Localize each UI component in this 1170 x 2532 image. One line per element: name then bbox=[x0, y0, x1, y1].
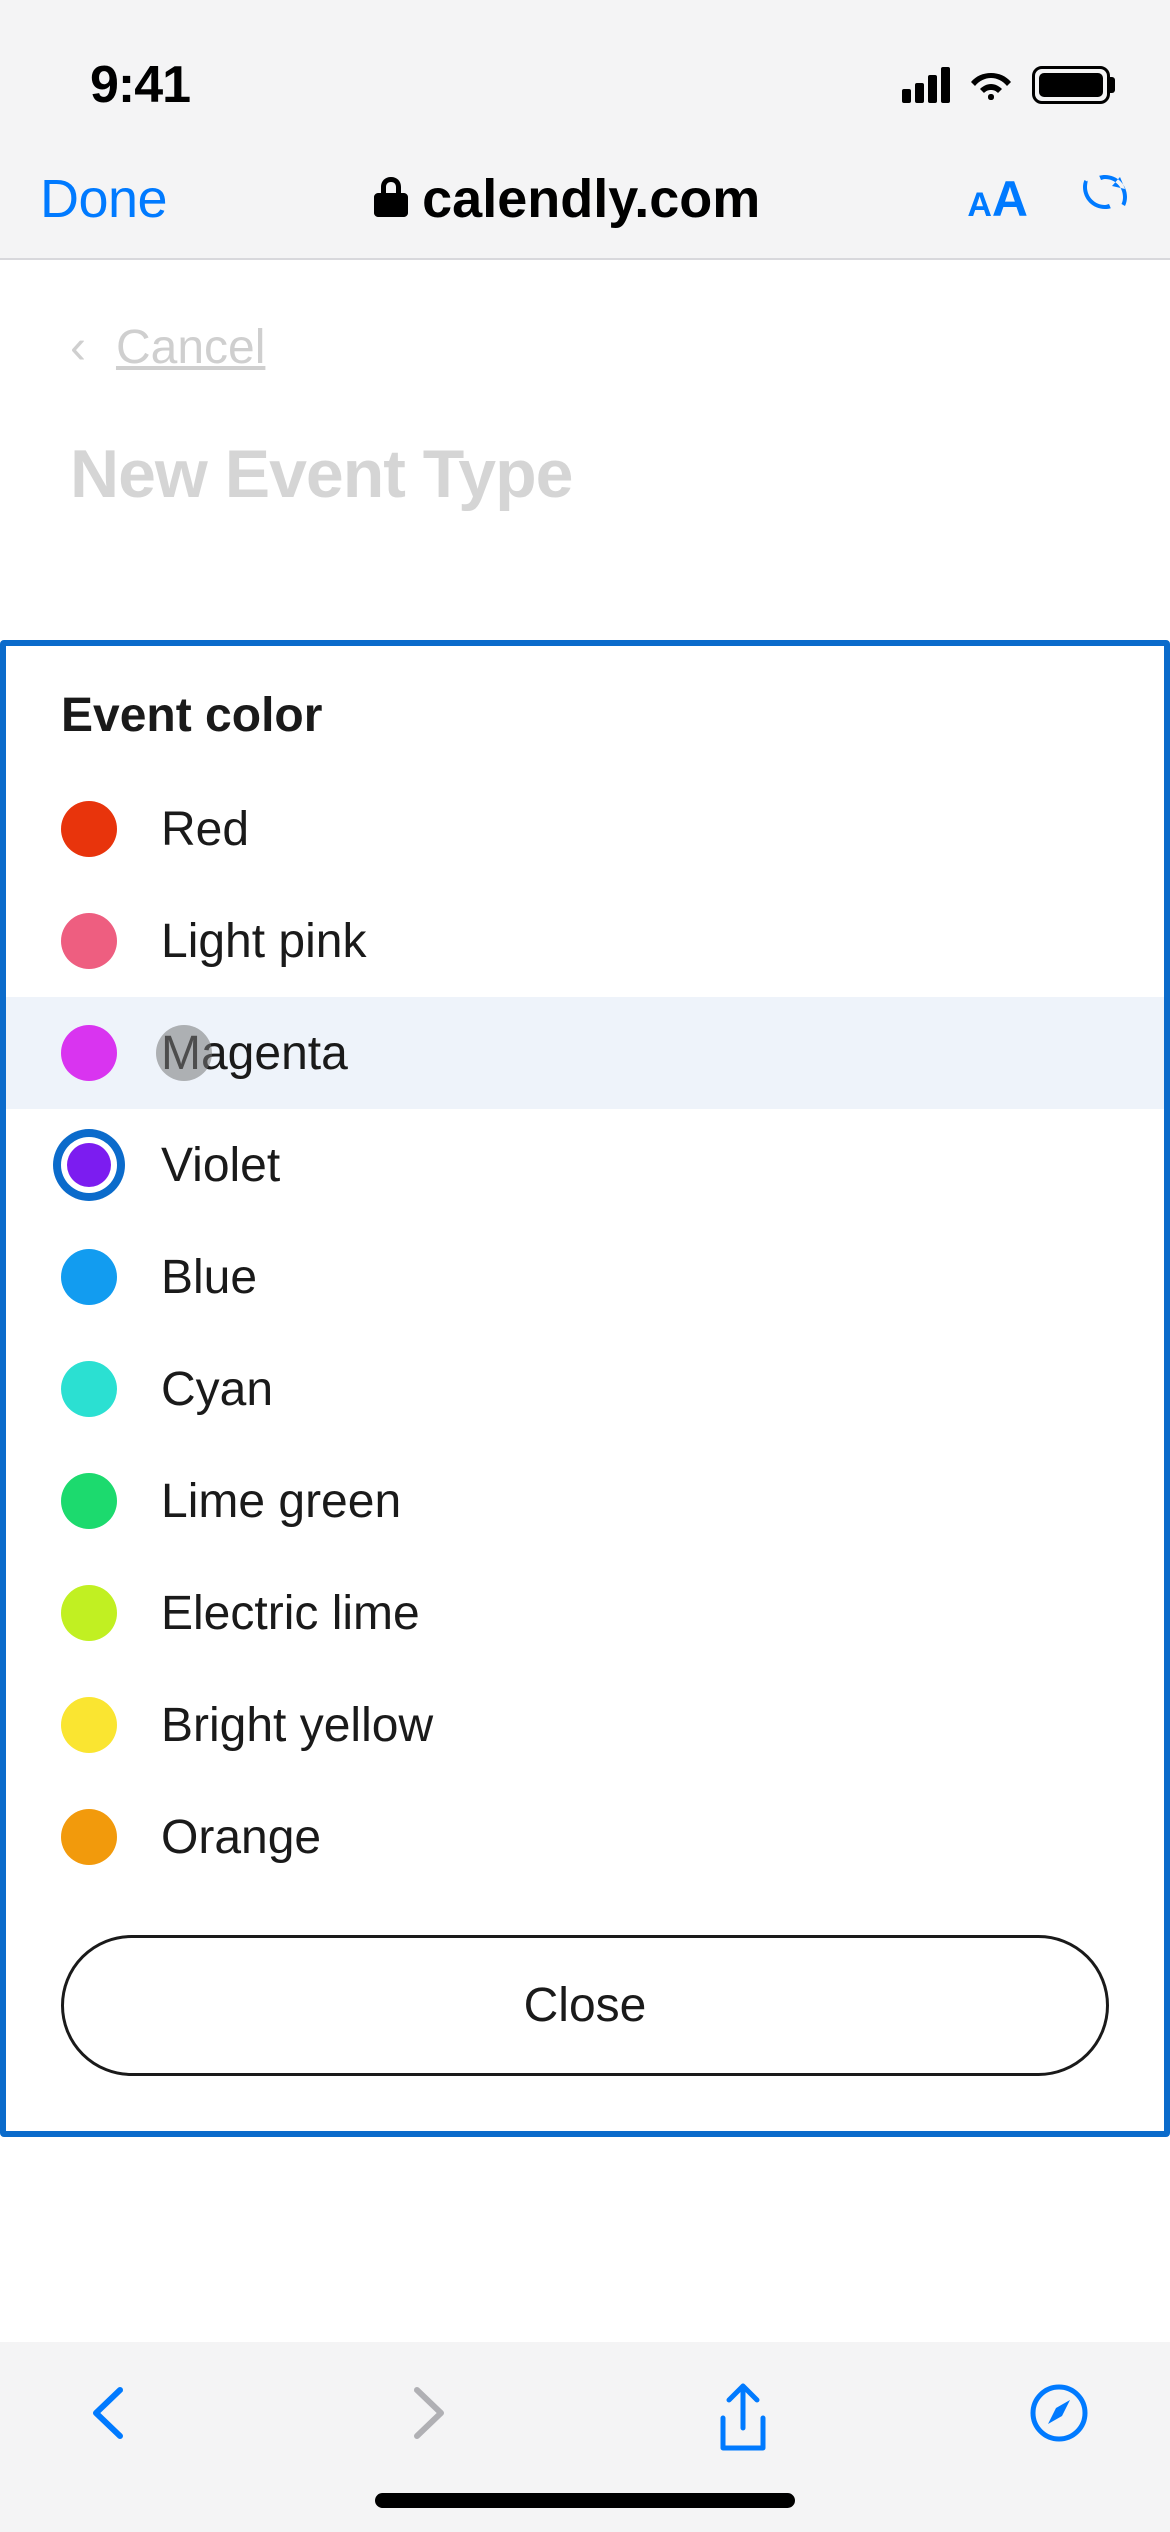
url-text: calendly.com bbox=[422, 168, 760, 230]
color-option-cyan[interactable]: Cyan bbox=[6, 1333, 1164, 1445]
color-option-bright-yellow[interactable]: Bright yellow bbox=[6, 1669, 1164, 1781]
color-label: Light pink bbox=[161, 914, 366, 969]
cancel-label: Cancel bbox=[116, 320, 265, 375]
color-option-red[interactable]: Red bbox=[6, 773, 1164, 885]
lock-icon bbox=[374, 168, 408, 230]
color-swatch bbox=[67, 1143, 111, 1187]
forward-button[interactable] bbox=[395, 2382, 457, 2449]
text-size-button[interactable]: AA bbox=[967, 170, 1028, 228]
close-button[interactable]: Close bbox=[61, 1935, 1109, 2076]
color-swatch bbox=[61, 1585, 117, 1641]
event-color-panel: Event color Red Light pink Magenta Violet Bl… bbox=[0, 640, 1170, 2137]
color-label: Bright yellow bbox=[161, 1698, 433, 1753]
color-options-list: Red Light pink Magenta Violet Blue Cyan Lime g… bbox=[6, 773, 1164, 1893]
chevron-left-icon: ‹ bbox=[70, 320, 86, 375]
color-label: Cyan bbox=[161, 1362, 273, 1417]
share-button[interactable] bbox=[711, 2382, 775, 2465]
color-option-lime-green[interactable]: Lime green bbox=[6, 1445, 1164, 1557]
color-swatch bbox=[61, 1025, 117, 1081]
done-button[interactable]: Done bbox=[40, 168, 167, 230]
color-swatch bbox=[61, 1697, 117, 1753]
color-swatch bbox=[61, 1473, 117, 1529]
back-button[interactable] bbox=[80, 2382, 142, 2449]
color-label: Electric lime bbox=[161, 1586, 420, 1641]
color-option-orange[interactable]: Orange bbox=[6, 1781, 1164, 1893]
cancel-link[interactable]: ‹ Cancel bbox=[70, 320, 1100, 375]
color-option-blue[interactable]: Blue bbox=[6, 1221, 1164, 1333]
status-time: 9:41 bbox=[90, 55, 190, 115]
safari-button[interactable] bbox=[1028, 2382, 1090, 2449]
home-indicator bbox=[375, 2493, 795, 2508]
panel-heading: Event color bbox=[6, 646, 1164, 773]
status-bar: 9:41 bbox=[0, 0, 1170, 140]
color-option-electric-lime[interactable]: Electric lime bbox=[6, 1557, 1164, 1669]
color-option-magenta[interactable]: Magenta bbox=[6, 997, 1164, 1109]
webpage-content: ‹ Cancel New Event Type Event color Red L… bbox=[0, 260, 1170, 2342]
page-header: ‹ Cancel New Event Type bbox=[0, 260, 1170, 553]
page-title: New Event Type bbox=[70, 435, 1100, 513]
cellular-signal-icon bbox=[902, 67, 950, 103]
color-swatch bbox=[61, 913, 117, 969]
browser-chrome: Done calendly.com AA bbox=[0, 140, 1170, 260]
color-swatch bbox=[61, 1361, 117, 1417]
color-option-light-pink[interactable]: Light pink bbox=[6, 885, 1164, 997]
color-label: Red bbox=[161, 802, 249, 857]
color-label: Lime green bbox=[161, 1474, 401, 1529]
color-swatch bbox=[61, 1809, 117, 1865]
tap-highlight bbox=[156, 1025, 212, 1081]
color-option-violet[interactable]: Violet bbox=[6, 1109, 1164, 1221]
wifi-icon bbox=[968, 65, 1014, 106]
status-indicators bbox=[902, 65, 1110, 106]
color-label: Violet bbox=[161, 1138, 280, 1193]
color-swatch bbox=[61, 801, 117, 857]
color-label: Orange bbox=[161, 1810, 321, 1865]
url-bar[interactable]: calendly.com bbox=[167, 168, 967, 230]
color-swatch bbox=[61, 1249, 117, 1305]
color-label: Blue bbox=[161, 1250, 257, 1305]
battery-icon bbox=[1032, 66, 1110, 104]
reload-button[interactable] bbox=[1080, 172, 1130, 227]
